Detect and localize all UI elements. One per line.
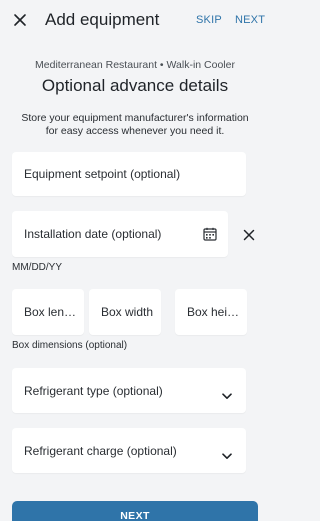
- installation-date-label: Installation date (optional): [24, 227, 162, 241]
- box-width-field[interactable]: Box width: [89, 289, 161, 335]
- breadcrumb: Mediterranean Restaurant • Walk-in Coole…: [35, 59, 235, 71]
- section-description: Store your equipment manufacturer's info…: [21, 112, 249, 137]
- next-button[interactable]: NEXT: [12, 501, 258, 521]
- add-equipment-screen: Add equipment SKIP NEXT Mediterranean Re…: [0, 0, 270, 521]
- box-dimensions-hint: Box dimensions (optional): [12, 340, 128, 351]
- equipment-setpoint-label: Equipment setpoint (optional): [24, 167, 181, 181]
- refrigerant-type-label: Refrigerant type (optional): [24, 384, 163, 398]
- close-icon[interactable]: [12, 12, 28, 28]
- refrigerant-charge-label: Refrigerant charge (optional): [24, 444, 177, 458]
- box-width-label: Box width: [101, 305, 154, 319]
- section-title: Optional advance details: [41, 76, 229, 95]
- clear-date-icon[interactable]: [243, 228, 255, 241]
- box-height-label: Box height: [187, 305, 243, 319]
- installation-date-field[interactable]: Installation date (optional): [12, 211, 228, 257]
- equipment-setpoint-field[interactable]: Equipment setpoint (optional): [12, 152, 246, 196]
- refrigerant-type-select[interactable]: Refrigerant type (optional): [12, 368, 246, 413]
- chevron-down-icon: [222, 387, 232, 399]
- page-title: Add equipment: [45, 10, 160, 29]
- box-length-label: Box length: [24, 305, 80, 319]
- box-height-field[interactable]: Box height: [175, 289, 247, 335]
- refrigerant-charge-select[interactable]: Refrigerant charge (optional): [12, 428, 246, 473]
- top-app-bar: Add equipment SKIP NEXT: [0, 0, 270, 40]
- chevron-down-icon: [222, 447, 232, 459]
- calendar-icon[interactable]: [203, 227, 217, 241]
- date-format-hint: MM/DD/YY: [12, 262, 62, 273]
- skip-button[interactable]: SKIP: [196, 14, 222, 26]
- box-length-field[interactable]: Box length: [12, 289, 84, 335]
- next-header-button[interactable]: NEXT: [235, 14, 265, 26]
